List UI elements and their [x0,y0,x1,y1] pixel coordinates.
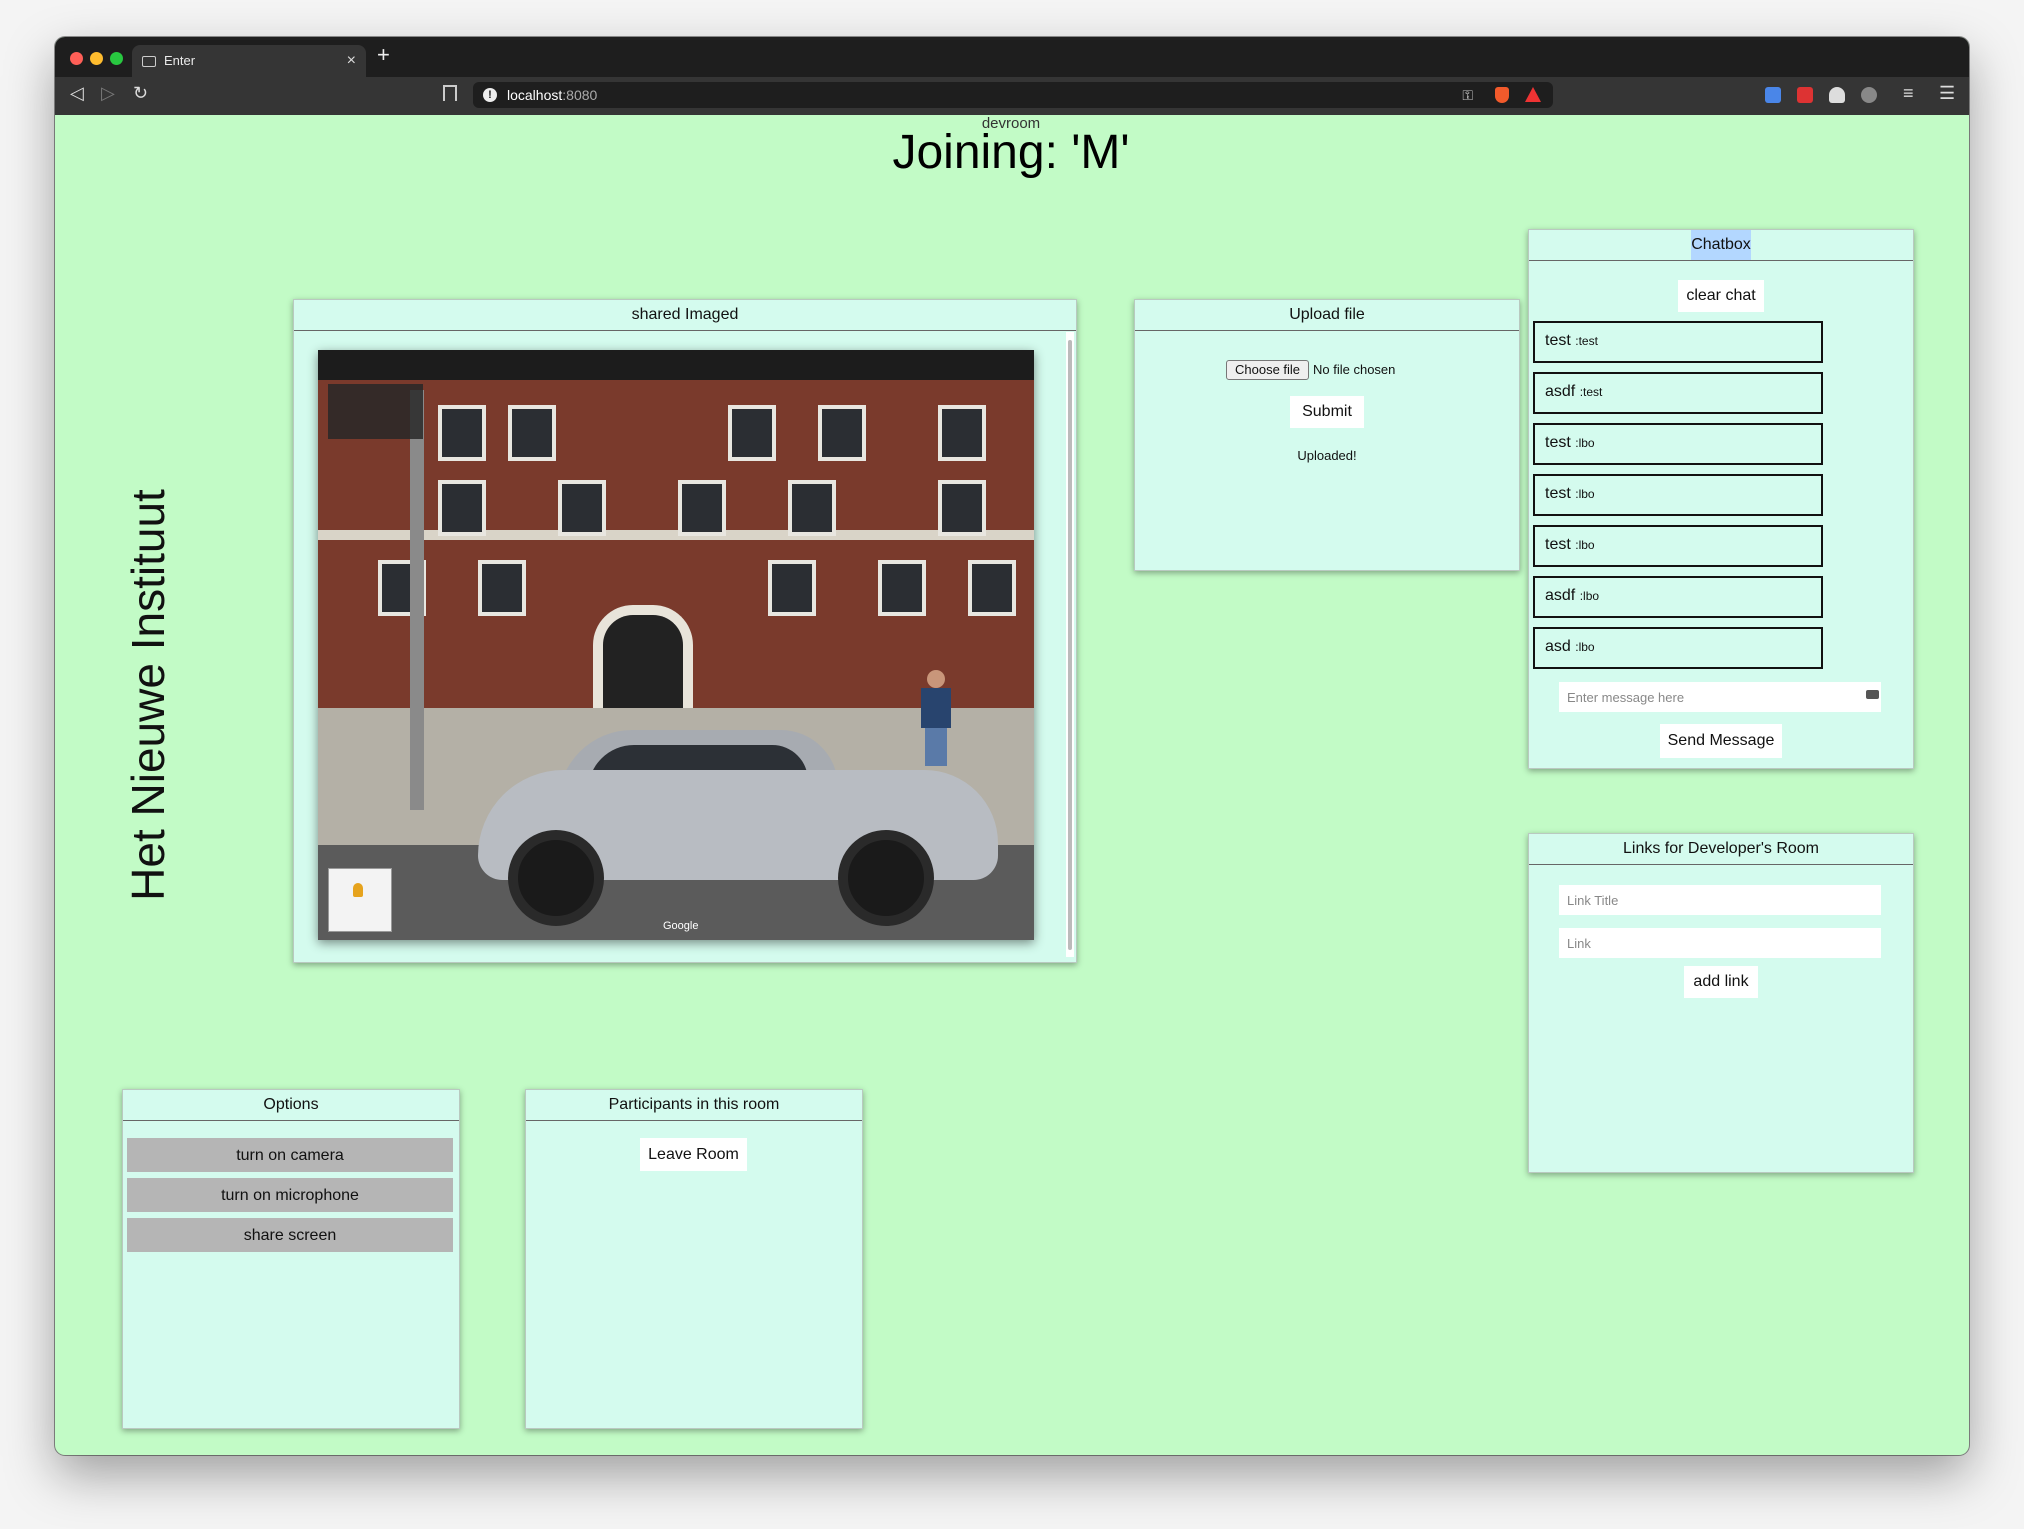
chat-message: asdf :lbo [1533,576,1823,618]
car-wheel [508,830,604,926]
scroll-thumb[interactable] [1068,340,1072,950]
street-pole [410,390,424,810]
building-window [768,560,816,616]
building-window [438,405,486,461]
links-panel: Links for Developer's Room add link [1528,833,1914,1173]
map-sidepanel [328,384,423,439]
clear-chat-button[interactable]: clear chat [1678,280,1764,312]
shared-image: Google [318,350,1034,940]
building-window [678,480,726,536]
participants-panel: Participants in this room Leave Room [525,1089,863,1429]
url-text: localhost:8080 [507,87,598,103]
page-title: Joining: 'M' [892,126,1130,179]
tab-title: Enter [164,53,196,68]
nav-bar: ◁ ▷ ↻ ! localhost:8080 ⚿ ≡ ☰ [55,77,1969,115]
playlist-icon[interactable]: ≡ [1903,83,1914,104]
brave-shield-icon[interactable] [1495,87,1509,103]
building-window [938,405,986,461]
chat-message: test :test [1533,321,1823,363]
building-door [593,605,693,715]
info-icon[interactable]: ! [483,88,497,102]
brand-text: Het Nieuwe Instituut [122,489,174,901]
file-status: No file chosen [1313,362,1396,377]
translate-extension-icon[interactable] [1765,87,1781,103]
link-title-input[interactable] [1559,885,1881,915]
building-window [478,560,526,616]
tab-bar: Enter × + [55,37,1969,77]
extension-icon[interactable] [1797,87,1813,103]
close-window-icon[interactable] [70,52,83,65]
circle-extension-icon[interactable] [1861,87,1877,103]
building-window [818,405,866,461]
screenshot-browser-bar [318,350,1034,380]
browser-window: Enter × + ◁ ▷ ↻ ! localhost:8080 ⚿ ≡ ☰ d… [55,37,1969,1455]
upload-status: Uploaded! [1297,448,1357,463]
shared-image-panel: shared Imaged Google [293,299,1077,963]
chatbox-panel: Chatbox clear chat test :test asdf :test… [1528,229,1914,769]
tab-close-icon[interactable]: × [347,45,356,77]
menu-icon[interactable]: ☰ [1939,83,1955,104]
key-icon[interactable]: ⚿ [1462,82,1473,108]
options-title: Options [123,1090,459,1121]
building-window [508,405,556,461]
camera-button[interactable]: turn on camera [127,1138,453,1172]
page-content: devroom Joining: 'M' Het Nieuwe Instituu… [55,115,1969,1455]
chat-message: test :lbo [1533,474,1823,516]
shared-image-title: shared Imaged [294,300,1076,331]
address-bar[interactable]: ! localhost:8080 ⚿ [473,82,1553,108]
chat-message: test :lbo [1533,423,1823,465]
browser-tab[interactable]: Enter × [132,45,366,77]
building-window [558,480,606,536]
building-window [878,560,926,616]
upload-panel: Upload file Choose file No file chosen S… [1134,299,1520,571]
bookmark-icon[interactable] [443,85,457,101]
brave-rewards-icon[interactable] [1525,87,1541,102]
pedestrian [921,670,951,766]
participants-title: Participants in this room [526,1090,862,1121]
monitor-icon [142,56,156,67]
building-window [968,560,1016,616]
leave-room-button[interactable]: Leave Room [640,1138,747,1171]
share-screen-button[interactable]: share screen [127,1218,453,1252]
add-link-button[interactable]: add link [1684,966,1758,998]
brand-logo: Het Nieuwe Instituut [122,465,174,925]
maximize-window-icon[interactable] [110,52,123,65]
options-panel: Options turn on camera turn on microphon… [122,1089,460,1429]
cloud-extension-icon[interactable] [1829,87,1845,103]
building-window [438,480,486,536]
minimize-window-icon[interactable] [90,52,103,65]
chatbox-header: Chatbox [1529,230,1913,261]
keyboard-icon[interactable] [1866,690,1879,699]
reload-icon[interactable]: ↻ [133,83,148,104]
submit-button[interactable]: Submit [1290,396,1364,428]
chat-message: asd :lbo [1533,627,1823,669]
back-icon[interactable]: ◁ [70,83,84,104]
building-window [788,480,836,536]
link-url-input[interactable] [1559,928,1881,958]
forward-icon[interactable]: ▷ [101,83,115,104]
car-wheel [838,830,934,926]
send-message-button[interactable]: Send Message [1660,724,1782,758]
map-pin-icon [353,883,363,897]
google-watermark: Google [663,920,699,932]
chat-message: test :lbo [1533,525,1823,567]
building-ledge [318,530,1034,540]
chatbox-title: Chatbox [1691,230,1751,260]
microphone-button[interactable]: turn on microphone [127,1178,453,1212]
new-tab-icon[interactable]: + [377,42,390,68]
choose-file-button[interactable]: Choose file [1226,360,1310,380]
building-window [728,405,776,461]
links-title: Links for Developer's Room [1529,834,1913,865]
chat-message-input[interactable] [1559,682,1881,712]
chat-message: asdf :test [1533,372,1823,414]
building-window [938,480,986,536]
upload-title: Upload file [1135,300,1519,331]
scrollbar[interactable] [1066,332,1074,957]
minimap [328,868,392,932]
